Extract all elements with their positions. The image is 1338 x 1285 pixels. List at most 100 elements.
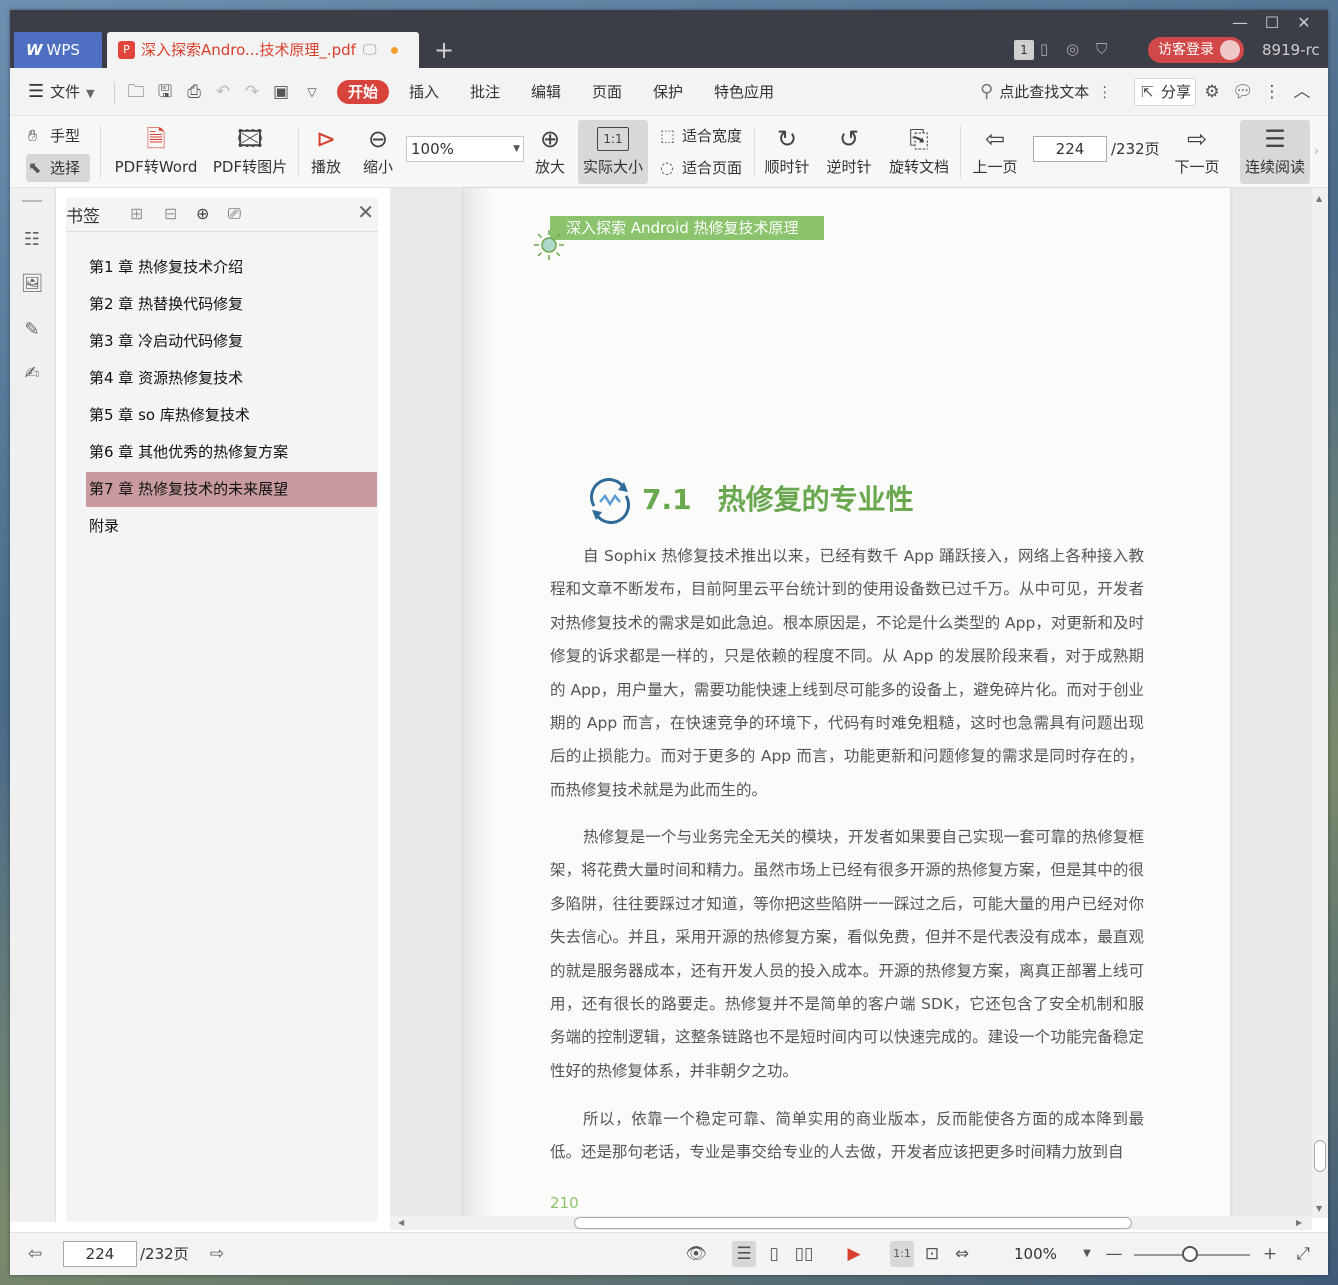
- share-button[interactable]: ⇱ 分享: [1134, 78, 1196, 106]
- rotate-counterclockwise-button[interactable]: ↺ 逆时针: [822, 120, 876, 184]
- zoom-value: 100%: [411, 140, 454, 158]
- wps-home-tab[interactable]: W WPS: [14, 32, 102, 68]
- outline-icon[interactable]: ☷: [20, 228, 44, 252]
- fit-width-status-icon[interactable]: ⇔: [950, 1243, 974, 1265]
- scroll-right-icon[interactable]: ▶: [1296, 1218, 1302, 1227]
- continuous-view-icon[interactable]: ☰: [732, 1243, 756, 1265]
- minimize-button[interactable]: —: [1224, 12, 1256, 34]
- bookmark-item[interactable]: 第4 章 资源热修复技术: [86, 361, 377, 396]
- bookmark-item[interactable]: 附录: [86, 509, 377, 544]
- tab-annotate[interactable]: 批注: [470, 68, 500, 116]
- signature-icon[interactable]: ✍︎: [20, 362, 44, 386]
- redo-icon[interactable]: ↷: [242, 82, 262, 102]
- edit-bookmark-icon[interactable]: ⎚: [228, 204, 241, 224]
- next-page-button[interactable]: ⇨ 下一页: [1168, 120, 1226, 184]
- panel-icon[interactable]: ▯: [1040, 40, 1048, 58]
- more-options-icon[interactable]: ⋮: [1262, 82, 1282, 102]
- tab-insert[interactable]: 插入: [409, 68, 439, 116]
- zoom-out-icon[interactable]: —: [1104, 1243, 1124, 1265]
- prev-page-icon[interactable]: ⇦: [24, 1243, 46, 1265]
- print-icon[interactable]: ⎙: [184, 82, 204, 102]
- page-number-input[interactable]: 224: [1033, 136, 1107, 162]
- chevron-down-icon[interactable]: ▼: [1080, 1243, 1094, 1265]
- next-page-icon[interactable]: ⇨: [206, 1243, 228, 1265]
- vertical-scrollbar[interactable]: ▲ ▼: [1312, 188, 1328, 1218]
- pdf-to-word-button[interactable]: 🗎 PDF转Word: [110, 120, 202, 184]
- gear-icon[interactable]: ⚙: [1202, 82, 1222, 102]
- login-button[interactable]: 访客登录: [1148, 37, 1244, 63]
- select-tool-button[interactable]: ⬉ 选择: [26, 154, 90, 182]
- more-dropdown-icon[interactable]: ▽: [302, 82, 322, 102]
- tab-start[interactable]: 开始: [337, 80, 389, 104]
- status-page-input[interactable]: 224: [63, 1241, 137, 1267]
- skin-icon[interactable]: ◎: [1066, 40, 1079, 58]
- actual-size-status-icon[interactable]: 1:1: [890, 1243, 914, 1265]
- search-icon: ⚲: [980, 81, 994, 102]
- open-folder-icon[interactable]: 🗀: [126, 82, 146, 102]
- rotate-clockwise-button[interactable]: ↻ 顺时针: [760, 120, 814, 184]
- new-tab-button[interactable]: +: [434, 36, 454, 64]
- bookmark-item[interactable]: 第5 章 so 库热修复技术: [86, 398, 377, 433]
- zoom-out-button[interactable]: ⊖ 缩小: [356, 120, 400, 184]
- close-icon[interactable]: ✕: [357, 200, 374, 224]
- fit-page-status-icon[interactable]: ⊡: [920, 1243, 944, 1265]
- chevron-right-icon[interactable]: ›: [1314, 144, 1319, 158]
- bookmark-item[interactable]: 第1 章 热修复技术介绍: [86, 250, 377, 285]
- pdf-to-image-button[interactable]: 🖾 PDF转图片: [208, 120, 292, 184]
- actual-size-icon: 1:1: [578, 124, 648, 154]
- maximize-button[interactable]: ☐: [1256, 12, 1288, 34]
- monitor-icon[interactable]: 🖵: [363, 32, 377, 68]
- vertical-scroll-thumb[interactable]: [1314, 1140, 1326, 1172]
- fit-width-button[interactable]: ⬚ 适合宽度: [658, 122, 748, 150]
- add-bookmark-icon[interactable]: ⊕: [196, 204, 209, 223]
- bookmark-item-selected[interactable]: 第7 章 热修复技术的未来展望: [86, 472, 377, 507]
- horizontal-scroll-thumb[interactable]: [574, 1217, 1132, 1229]
- wps-logo-icon: W: [26, 41, 43, 59]
- fit-page-button[interactable]: ◌ 适合页面: [658, 154, 748, 182]
- zoom-slider-handle[interactable]: [1182, 1246, 1198, 1262]
- expand-all-icon[interactable]: ⊞: [130, 204, 143, 223]
- window-count-badge[interactable]: 1: [1014, 40, 1034, 60]
- thumbnail-icon[interactable]: 🖼︎: [20, 272, 44, 296]
- annotation-icon[interactable]: ✎: [20, 318, 44, 342]
- scroll-left-icon[interactable]: ◀: [398, 1218, 404, 1227]
- double-page-icon[interactable]: ▯▯: [792, 1243, 816, 1265]
- shirt-icon[interactable]: ⛉: [1096, 40, 1107, 58]
- tab-page[interactable]: 页面: [592, 68, 622, 116]
- play-button[interactable]: ⊳ 播放: [304, 120, 348, 184]
- document-tab[interactable]: P 深入探索Andro...技术原理_.pdf 🖵: [107, 32, 419, 68]
- tab-special[interactable]: 特色应用: [714, 68, 774, 116]
- scroll-up-icon[interactable]: ▲: [1316, 194, 1322, 203]
- zoom-in-button[interactable]: ⊕ 放大: [528, 120, 572, 184]
- hand-tool-button[interactable]: ✋︎ 手型: [26, 122, 90, 150]
- tab-edit[interactable]: 编辑: [531, 68, 561, 116]
- horizontal-scrollbar[interactable]: ◀ ▶: [390, 1216, 1312, 1230]
- arrow-right-icon: ⇨: [1186, 125, 1208, 153]
- fullscreen-icon[interactable]: ⤢: [1292, 1243, 1314, 1265]
- rotate-document-button[interactable]: ⎘ 旋转文档: [884, 120, 954, 184]
- scroll-down-icon[interactable]: ▼: [1316, 1204, 1322, 1213]
- bookmark-item[interactable]: 第6 章 其他优秀的热修复方案: [86, 435, 377, 470]
- file-menu[interactable]: ☰ 文件 ▼: [28, 68, 95, 116]
- bookmark-item[interactable]: 第3 章 冷启动代码修复: [86, 324, 377, 359]
- continuous-reading-button[interactable]: ☰ 连续阅读: [1240, 120, 1310, 184]
- play-slideshow-icon[interactable]: ▶: [842, 1243, 866, 1265]
- tab-protect[interactable]: 保护: [653, 68, 683, 116]
- left-rail: ☷ 🖼︎ ✎ ✍︎: [10, 188, 56, 1222]
- document-viewport[interactable]: 深入探索 Android 热修复技术原理 7.1 热修复的专业性 自 Sophi…: [390, 188, 1312, 1218]
- single-page-icon[interactable]: ▯: [762, 1243, 786, 1265]
- actual-size-button[interactable]: 1:1 实际大小: [578, 120, 648, 184]
- find-text-button[interactable]: ⚲ 点此查找文本 ⋮: [980, 68, 1112, 116]
- close-window-button[interactable]: ✕: [1288, 12, 1320, 34]
- bookmark-item[interactable]: 第2 章 热替换代码修复: [86, 287, 377, 322]
- collapse-ribbon-icon[interactable]: ︿: [1292, 82, 1312, 102]
- collapse-all-icon[interactable]: ⊟: [164, 204, 177, 223]
- zoom-select[interactable]: 100% ▼: [406, 136, 524, 162]
- undo-icon[interactable]: ↶: [213, 82, 233, 102]
- zoom-in-icon[interactable]: +: [1260, 1243, 1280, 1265]
- save-icon[interactable]: 🖫: [155, 82, 175, 102]
- eye-protection-icon[interactable]: 👁︎: [684, 1243, 708, 1265]
- comment-icon[interactable]: 💬︎: [1232, 82, 1254, 102]
- export-image-icon[interactable]: ▣: [271, 82, 291, 102]
- prev-page-button[interactable]: ⇦ 上一页: [966, 120, 1024, 184]
